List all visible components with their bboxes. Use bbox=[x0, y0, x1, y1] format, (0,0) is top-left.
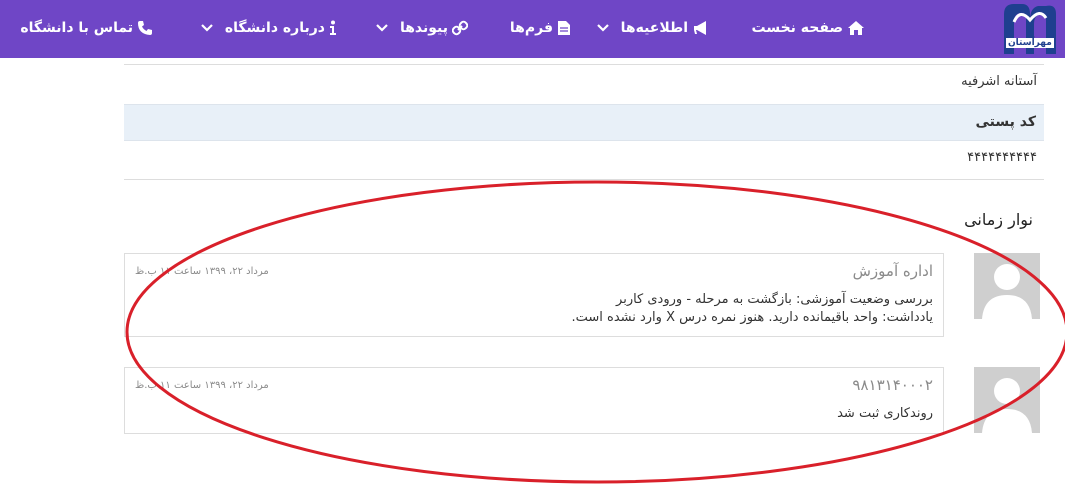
nav-contact-label: تماس با دانشگاه bbox=[20, 20, 133, 36]
nav-links-label: پیوندها bbox=[399, 20, 448, 36]
nav-announcements[interactable]: اطلاعیه‌ها bbox=[596, 16, 710, 40]
phone-icon bbox=[137, 20, 153, 36]
link-icon bbox=[452, 20, 468, 36]
divider bbox=[124, 64, 1044, 65]
nav-forms-label: فرم‌ها bbox=[509, 20, 553, 36]
nav-about-label: درباره دانشگاه bbox=[224, 20, 325, 36]
university-logo[interactable]: مهرآستان bbox=[1000, 0, 1060, 56]
chevron-down-icon bbox=[376, 23, 388, 33]
postal-code-value: ۴۴۴۴۴۴۴۴۴۴ bbox=[967, 150, 1037, 165]
entry-date: مرداد ۲۲، ۱۳۹۹ ساعت ۱۱ ب.ظ bbox=[135, 266, 269, 277]
entry-line: بررسی وضعیت آموزشی: بازگشت به مرحله - ور… bbox=[616, 292, 933, 307]
postal-code-label: کد پستی bbox=[975, 114, 1036, 130]
nav-home[interactable]: صفحه نخست bbox=[752, 16, 865, 40]
timeline-title: نوار زمانی bbox=[964, 210, 1033, 229]
postal-code-header: کد پستی bbox=[124, 104, 1044, 141]
chevron-down-icon bbox=[596, 23, 609, 33]
top-navbar: مهرآستان صفحه نخست اطلاعیه‌ها فرم‌ها پیو… bbox=[0, 0, 1065, 58]
nav-contact[interactable]: تماس با دانشگاه bbox=[20, 16, 153, 40]
address-value: آستانه اشرفیه bbox=[961, 74, 1037, 89]
home-icon bbox=[847, 20, 865, 36]
chevron-down-icon bbox=[201, 23, 213, 33]
divider bbox=[124, 179, 1044, 180]
avatar bbox=[974, 253, 1040, 319]
logo-text: مهرآستان bbox=[1006, 38, 1054, 48]
megaphone-icon bbox=[692, 20, 710, 36]
nav-forms[interactable]: فرم‌ها bbox=[510, 16, 571, 40]
document-icon bbox=[557, 20, 571, 36]
timeline-entry: ۹۸۱۳۱۴۰۰۰۲ مرداد ۲۲، ۱۳۹۹ ساعت ۱۱ ب.ظ رو… bbox=[124, 367, 944, 434]
avatar bbox=[974, 367, 1040, 433]
timeline-entry: اداره آموزش مرداد ۲۲، ۱۳۹۹ ساعت ۱۱ ب.ظ ب… bbox=[124, 253, 944, 337]
info-icon bbox=[329, 20, 337, 36]
entry-author: اداره آموزش bbox=[852, 262, 933, 280]
nav-links[interactable]: پیوندها bbox=[376, 16, 468, 40]
nav-announcements-label: اطلاعیه‌ها bbox=[620, 20, 688, 36]
nav-about[interactable]: درباره دانشگاه bbox=[201, 16, 337, 40]
entry-author: ۹۸۱۳۱۴۰۰۰۲ bbox=[852, 376, 933, 394]
entry-line: روندکاری ثبت شد bbox=[837, 406, 933, 421]
entry-date: مرداد ۲۲، ۱۳۹۹ ساعت ۱۱ ب.ظ bbox=[135, 380, 269, 391]
nav-home-label: صفحه نخست bbox=[751, 20, 843, 36]
entry-line: یادداشت: واحد باقیمانده دارید. هنوز نمره… bbox=[571, 310, 933, 325]
